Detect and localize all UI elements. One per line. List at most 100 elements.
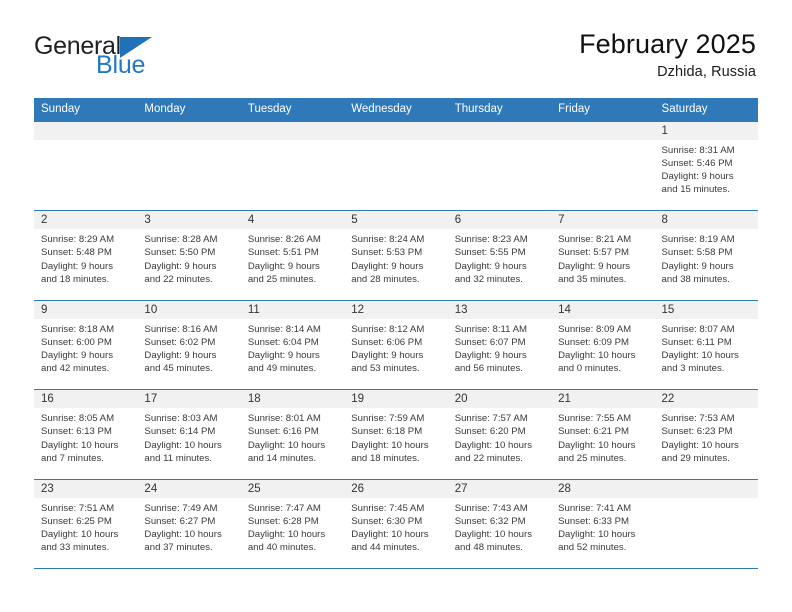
- calendar-day-cell[interactable]: 3 Sunrise: 8:28 AM Sunset: 5:50 PM Daylight…: [137, 211, 240, 300]
- calendar-day-cell[interactable]: 4 Sunrise: 8:26 AM Sunset: 5:51 PM Daylight…: [241, 211, 344, 300]
- day-info-line: Sunrise: 8:18 AM: [41, 323, 115, 335]
- calendar-day-cell[interactable]: 27 Sunrise: 7:43 AM Sunset: 6:32 PM Dayligh…: [448, 480, 551, 569]
- day-sun-info: Sunrise: 7:51 AM Sunset: 6:25 PM Daylight:…: [41, 498, 131, 555]
- calendar-day-cell[interactable]: 6 Sunrise: 8:23 AM Sunset: 5:55 PM Daylight…: [448, 211, 551, 300]
- day-sun-info: Sunrise: 8:31 AM Sunset: 5:46 PM Daylight:…: [662, 140, 752, 197]
- day-info-line: Sunset: 6:04 PM: [247, 336, 319, 348]
- calendar-day-cell[interactable]: 5 Sunrise: 8:24 AM Sunset: 5:53 PM Daylight…: [344, 211, 447, 300]
- calendar-day-cell[interactable]: 9 Sunrise: 8:18 AM Sunset: 6:00 PM Daylight…: [34, 301, 137, 390]
- title-block: February 2025 Dzhida, Russia: [579, 29, 758, 81]
- calendar-day-cell[interactable]: 14 Sunrise: 8:09 AM Sunset: 6:09 PM Dayligh…: [551, 301, 654, 390]
- calendar-weeks: 1 Sunrise: 8:31 AM Sunset: 5:46 PM Daylight…: [34, 121, 758, 570]
- day-info-line: Daylight: 9 hours: [661, 260, 734, 272]
- day-info-line: Sunrise: 7:55 AM: [558, 413, 632, 425]
- day-info-line: Sunset: 6:27 PM: [144, 515, 216, 527]
- calendar-day-cell[interactable]: 12 Sunrise: 8:12 AM Sunset: 6:06 PM Dayligh…: [344, 301, 447, 390]
- day-number: [558, 122, 648, 140]
- day-sun-info: Sunrise: 8:09 AM Sunset: 6:09 PM Daylight:…: [558, 319, 648, 376]
- day-info-line: and 25 minutes.: [558, 452, 627, 464]
- calendar-day-cell[interactable]: 8 Sunrise: 8:19 AM Sunset: 5:58 PM Daylight…: [655, 211, 758, 300]
- day-info-line: Sunset: 6:13 PM: [41, 426, 112, 438]
- calendar-day-cell[interactable]: 10 Sunrise: 8:16 AM Sunset: 6:02 PM Dayligh…: [137, 301, 240, 390]
- calendar-day-cell[interactable]: 21 Sunrise: 7:55 AM Sunset: 6:21 PM Dayligh…: [551, 390, 654, 479]
- calendar-day-cell[interactable]: 24 Sunrise: 7:49 AM Sunset: 6:27 PM Dayligh…: [137, 480, 240, 569]
- calendar-day-cell[interactable]: 22 Sunrise: 7:53 AM Sunset: 6:23 PM Dayligh…: [655, 390, 758, 479]
- calendar-day-cell[interactable]: 23 Sunrise: 7:51 AM Sunset: 6:25 PM Dayligh…: [34, 480, 137, 569]
- calendar-day-cell[interactable]: 19 Sunrise: 7:59 AM Sunset: 6:18 PM Dayligh…: [344, 390, 447, 479]
- day-sun-info: Sunrise: 8:19 AM Sunset: 5:58 PM Daylight:…: [662, 229, 752, 286]
- day-info-line: and 7 minutes.: [41, 452, 104, 464]
- day-info-line: and 49 minutes.: [247, 363, 317, 375]
- day-sun-info: [558, 140, 648, 144]
- day-number: [455, 122, 545, 140]
- day-number: 16: [41, 393, 54, 406]
- calendar-day-cell[interactable]: 20 Sunrise: 7:57 AM Sunset: 6:20 PM Dayligh…: [448, 390, 551, 479]
- day-number: [41, 122, 131, 140]
- day-info-line: and 52 minutes.: [558, 542, 627, 554]
- calendar-day-cell[interactable]: 26 Sunrise: 7:45 AM Sunset: 6:30 PM Dayligh…: [344, 480, 447, 569]
- day-number: 21: [558, 393, 571, 406]
- day-info-line: and 0 minutes.: [558, 363, 622, 375]
- calendar-day-cell[interactable]: 2 Sunrise: 8:29 AM Sunset: 5:48 PM Daylight…: [34, 211, 137, 300]
- day-info-line: Sunrise: 8:01 AM: [247, 413, 321, 425]
- day-number: 11: [247, 303, 260, 316]
- calendar-day-cell[interactable]: 1 Sunrise: 8:31 AM Sunset: 5:46 PM Daylight…: [655, 122, 758, 211]
- day-sun-info: Sunrise: 8:14 AM Sunset: 6:04 PM Daylight:…: [248, 319, 338, 376]
- day-info-line: Daylight: 9 hours: [351, 260, 424, 272]
- calendar-week-row: 1 Sunrise: 8:31 AM Sunset: 5:46 PM Daylight…: [34, 121, 758, 212]
- calendar-week-row: 2 Sunrise: 8:29 AM Sunset: 5:48 PM Daylight…: [34, 211, 758, 301]
- calendar-day-cell[interactable]: 18 Sunrise: 8:01 AM Sunset: 6:16 PM Dayligh…: [241, 390, 344, 479]
- day-info-line: Sunset: 5:57 PM: [558, 247, 630, 259]
- day-info-line: and 56 minutes.: [454, 363, 523, 375]
- day-info-line: Daylight: 10 hours: [661, 439, 739, 451]
- day-info-line: Sunrise: 7:57 AM: [454, 413, 528, 425]
- day-number: 4: [247, 214, 255, 227]
- calendar-day-cell[interactable]: 16 Sunrise: 8:05 AM Sunset: 6:13 PM Dayligh…: [34, 390, 137, 479]
- brand-logo[interactable]: General Blue: [34, 30, 234, 78]
- day-info-line: Daylight: 9 hours: [661, 171, 734, 183]
- day-number: 12: [351, 303, 365, 316]
- page-title: February 2025: [579, 29, 756, 59]
- day-info-line: Sunrise: 8:26 AM: [247, 234, 321, 246]
- day-number: 18: [247, 393, 261, 406]
- day-info-line: Sunset: 6:11 PM: [661, 336, 732, 348]
- day-info-line: and 18 minutes.: [41, 273, 110, 285]
- day-info-line: and 44 minutes.: [351, 542, 420, 554]
- day-info-line: Sunrise: 8:09 AM: [558, 323, 632, 335]
- day-info-line: Sunrise: 8:29 AM: [41, 234, 115, 246]
- day-info-line: Daylight: 10 hours: [558, 439, 636, 451]
- day-info-line: Sunset: 5:55 PM: [454, 247, 526, 259]
- day-number: 5: [351, 214, 358, 227]
- day-sun-info: Sunrise: 8:18 AM Sunset: 6:00 PM Daylight:…: [41, 319, 131, 376]
- day-number: 10: [144, 303, 158, 316]
- calendar-day-cell[interactable]: 13 Sunrise: 8:11 AM Sunset: 6:07 PM Dayligh…: [448, 301, 551, 390]
- day-info-line: Daylight: 9 hours: [454, 260, 527, 272]
- calendar-day-cell[interactable]: 28 Sunrise: 7:41 AM Sunset: 6:33 PM Dayligh…: [551, 480, 654, 569]
- day-info-line: Daylight: 10 hours: [247, 439, 326, 451]
- day-number: 24: [144, 482, 158, 495]
- day-number: 25: [247, 482, 261, 495]
- day-info-line: Daylight: 10 hours: [144, 529, 222, 541]
- day-sun-info: [662, 498, 752, 502]
- day-sun-info: Sunrise: 8:01 AM Sunset: 6:16 PM Daylight:…: [248, 408, 338, 465]
- day-number: 9: [41, 303, 48, 316]
- day-sun-info: Sunrise: 7:47 AM Sunset: 6:28 PM Daylight:…: [248, 498, 338, 555]
- calendar-day-cell[interactable]: 17 Sunrise: 8:03 AM Sunset: 6:14 PM Dayligh…: [137, 390, 240, 479]
- day-info-line: Sunrise: 8:14 AM: [247, 323, 321, 335]
- day-sun-info: Sunrise: 8:24 AM Sunset: 5:53 PM Daylight:…: [351, 229, 441, 286]
- day-info-line: Sunset: 5:46 PM: [661, 157, 733, 169]
- day-info-line: Daylight: 10 hours: [661, 350, 739, 362]
- day-sun-info: Sunrise: 8:11 AM Sunset: 6:07 PM Daylight:…: [455, 319, 545, 376]
- day-info-line: Daylight: 9 hours: [144, 260, 217, 272]
- day-info-line: and 38 minutes.: [661, 273, 730, 285]
- day-info-line: Sunrise: 7:51 AM: [41, 502, 115, 514]
- calendar-day-cell[interactable]: 7 Sunrise: 8:21 AM Sunset: 5:57 PM Daylight…: [551, 211, 654, 300]
- calendar-day-cell[interactable]: 11 Sunrise: 8:14 AM Sunset: 6:04 PM Dayligh…: [241, 301, 344, 390]
- calendar-day-cell[interactable]: 15 Sunrise: 8:07 AM Sunset: 6:11 PM Dayligh…: [655, 301, 758, 390]
- day-info-line: Sunset: 6:28 PM: [247, 515, 319, 527]
- calendar-day-cell-empty: [655, 480, 758, 569]
- day-sun-info: Sunrise: 8:26 AM Sunset: 5:51 PM Daylight:…: [248, 229, 338, 286]
- calendar-day-cell[interactable]: 25 Sunrise: 7:47 AM Sunset: 6:28 PM Dayligh…: [241, 480, 344, 569]
- day-sun-info: Sunrise: 7:45 AM Sunset: 6:30 PM Daylight:…: [351, 498, 441, 555]
- day-number: 13: [454, 303, 468, 316]
